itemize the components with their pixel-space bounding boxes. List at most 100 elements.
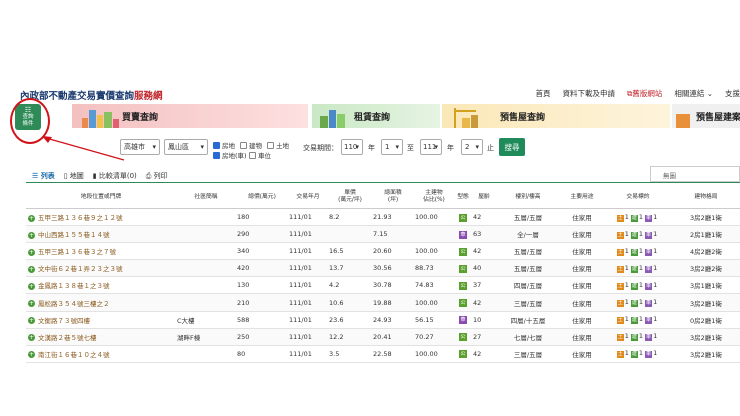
search-button[interactable]: 搜尋 — [499, 138, 525, 156]
address-link[interactable]: 中山西路１５５巷１４號 — [38, 231, 110, 239]
target-mark: 建 — [630, 351, 638, 359]
table-cell: 210 — [236, 293, 288, 312]
column-header[interactable]: 地段位置或門牌 — [26, 186, 176, 209]
column-header[interactable]: 單價 (萬元/坪) — [328, 186, 372, 209]
expand-icon[interactable]: + — [28, 231, 35, 239]
expand-icon[interactable]: + — [28, 351, 35, 359]
tab-rent[interactable]: 租賃查詢 — [312, 104, 440, 128]
view-print[interactable]: ⎙ 列印 — [146, 171, 168, 181]
column-header[interactable]: 交易年月 — [288, 186, 328, 209]
address-link[interactable]: 文漢路２巷５號七樓 — [38, 334, 97, 342]
table-cell[interactable]: + 五甲三路１３６巷３之７號 — [26, 242, 176, 261]
address-link[interactable]: 文中街６２巷１弄２３之３號 — [38, 265, 123, 273]
table-row[interactable]: + 文中街６２巷１弄２３之３號 420 111/01 13.7 30.56 88.73 公 40… — [26, 259, 740, 278]
checkbox-land[interactable]: 土地 — [267, 140, 289, 150]
to-year-input[interactable]: 111 — [420, 139, 442, 155]
table-cell[interactable]: + 文衡路７３號四樓 — [26, 311, 176, 329]
table-row[interactable]: + 五甲三路１３６巷３之７號 340 111/01 16.5 20.60 100.00 公 42… — [26, 242, 740, 261]
table-row[interactable]: + 金鳳路１３８巷１之３號 130 111/01 4.2 30.78 74.83 公 37 四層/… — [26, 276, 740, 295]
column-header[interactable]: 建物格局 — [672, 186, 740, 209]
checkbox-house-parking[interactable]: 房地(車) — [213, 150, 247, 160]
table-cell[interactable]: + 鳳松路３５４號三樓之２ — [26, 293, 176, 312]
address-link[interactable]: 五甲三路１３６巷３之７號 — [38, 248, 116, 256]
column-header[interactable]: 主要用途 — [560, 186, 604, 209]
table-cell[interactable]: + 文漢路２巷５號七樓 — [26, 328, 176, 346]
checkbox-parking[interactable]: 車位 — [249, 150, 271, 160]
view-list[interactable]: ☰ 列表 — [32, 171, 55, 181]
table-cell: 10.6 — [328, 293, 372, 312]
target-count: 1 — [638, 298, 644, 307]
column-header[interactable]: 總面積 (坪) — [372, 186, 414, 209]
expand-icon[interactable]: + — [28, 214, 35, 222]
tab-presale-project[interactable]: 預售屋建案 — [672, 104, 740, 128]
nav-old-site[interactable]: ⧉舊版網站 — [627, 88, 662, 99]
table-cell[interactable]: + 南江街１６巷１０之４號 — [26, 345, 176, 363]
view-compare[interactable]: ▮ 比較清單(0) — [93, 171, 137, 181]
column-header[interactable]: 樓別/樓高 — [496, 186, 560, 209]
table-row[interactable]: + 鳳松路３５４號三樓之２ 210 111/01 10.6 19.88 100.00 公 42 三… — [26, 293, 740, 312]
table-cell: 三層/五層 — [496, 293, 560, 312]
address-link[interactable]: 鳳松路３５４號三樓之２ — [38, 300, 110, 308]
nav-support[interactable]: 支援 — [725, 88, 740, 99]
from-year-input[interactable]: 110 — [341, 139, 363, 155]
table-row[interactable]: + 文漢路２巷５號七樓 湖畔F棟 250 111/01 12.2 20.41 70.27 公 27… — [26, 328, 740, 346]
nav-download[interactable]: 資料下載及申請 — [562, 88, 615, 99]
nav-home[interactable]: 首頁 — [535, 88, 550, 99]
table-cell: 111/01 — [288, 242, 328, 261]
no-image-button[interactable]: 無圖 — [650, 166, 740, 182]
table-row[interactable]: + 中山西路１５５巷１４號 290 111/01 7.15 華 63 全/一層 住家用土 1 建 1 車… — [26, 225, 740, 244]
table-cell: 住家用 — [560, 259, 604, 278]
address-link[interactable]: 文衡路７３號四樓 — [38, 317, 90, 325]
tab-presale[interactable]: 預售屋查詢 — [442, 104, 670, 128]
address-link[interactable]: 五甲三路１３６巷９之１２號 — [38, 214, 123, 222]
table-cell: 23.6 — [328, 311, 372, 329]
column-header[interactable]: 主建物 佔比(%) — [414, 186, 454, 209]
table-cell: 3房2廳2衛 — [672, 259, 740, 278]
site-logo[interactable]: 內政部不動產交易實價查詢服務網 — [20, 88, 163, 102]
target-mark: 建 — [630, 317, 638, 325]
column-header[interactable]: 總價(萬元) — [236, 186, 288, 209]
column-header[interactable]: 交易標的 — [604, 186, 672, 209]
expand-icon[interactable]: + — [28, 248, 35, 256]
target-count: 1 — [638, 263, 644, 272]
checkbox-house-label: 房地 — [222, 142, 235, 150]
expand-icon[interactable]: + — [28, 282, 35, 290]
table-cell: 80 — [236, 345, 288, 363]
checkbox-building[interactable]: 建物 — [240, 140, 262, 150]
table-row[interactable]: + 五甲三路１３６巷９之１２號 180 111/01 8.2 21.93 100.00 公 42… — [26, 208, 740, 227]
expand-icon[interactable]: + — [28, 300, 35, 308]
table-cell[interactable]: + 五甲三路１３６巷９之１２號 — [26, 208, 176, 227]
to-month-select[interactable]: 2 — [461, 139, 483, 155]
table-row[interactable]: + 文衡路７３號四樓 C大樓 588 111/01 23.6 24.93 56.15 華 10 四層… — [26, 311, 740, 329]
table-cell: 住家用 — [560, 242, 604, 261]
main-tabs: 買賣查詢 租賃查詢 預售屋查詢 預售屋建案 — [10, 104, 740, 128]
view-map[interactable]: ▯ 地圖 — [64, 171, 84, 181]
table-row[interactable]: + 南江街１６巷１０之４號 80 111/01 3.5 22.58 100.00 公 42 三層/… — [26, 345, 740, 363]
from-year-value: 110 — [344, 143, 358, 151]
table-cell: 全/一層 — [496, 225, 560, 244]
address-link[interactable]: 南江街１６巷１０之４號 — [38, 351, 110, 359]
column-header[interactable]: 型態 — [454, 186, 472, 209]
checkbox-house[interactable]: 房地 — [213, 140, 235, 150]
district-select[interactable]: 鳳山區 — [164, 139, 208, 155]
print-icon: ⎙ — [145, 172, 154, 180]
table-cell: 111/01 — [288, 345, 328, 363]
nav-links[interactable]: 相關連結 ⌄ — [674, 88, 713, 99]
address-link[interactable]: 金鳳路１３８巷１之３號 — [38, 282, 110, 290]
table-cell[interactable]: + 金鳳路１３８巷１之３號 — [26, 276, 176, 295]
column-header[interactable]: 社區簡稱 — [176, 186, 236, 209]
expand-icon[interactable]: + — [28, 334, 35, 342]
target-mark: 土 — [616, 248, 624, 256]
target-mark: 土 — [616, 334, 624, 342]
city-select[interactable]: 高雄市 — [120, 139, 160, 155]
column-header[interactable]: 屋齡 — [472, 186, 496, 209]
table-cell: 土1建1車1 — [604, 225, 672, 244]
expand-icon[interactable]: + — [28, 265, 35, 273]
expand-icon[interactable]: + — [28, 317, 35, 325]
target-count: 1 — [638, 315, 644, 324]
from-month-select[interactable]: 1 — [381, 139, 403, 155]
tab-sale[interactable]: 買賣查詢 — [72, 104, 308, 128]
table-cell[interactable]: + 中山西路１５５巷１４號 — [26, 225, 176, 244]
target-count: 1 — [624, 349, 629, 358]
table-cell[interactable]: + 文中街６２巷１弄２３之３號 — [26, 259, 176, 278]
